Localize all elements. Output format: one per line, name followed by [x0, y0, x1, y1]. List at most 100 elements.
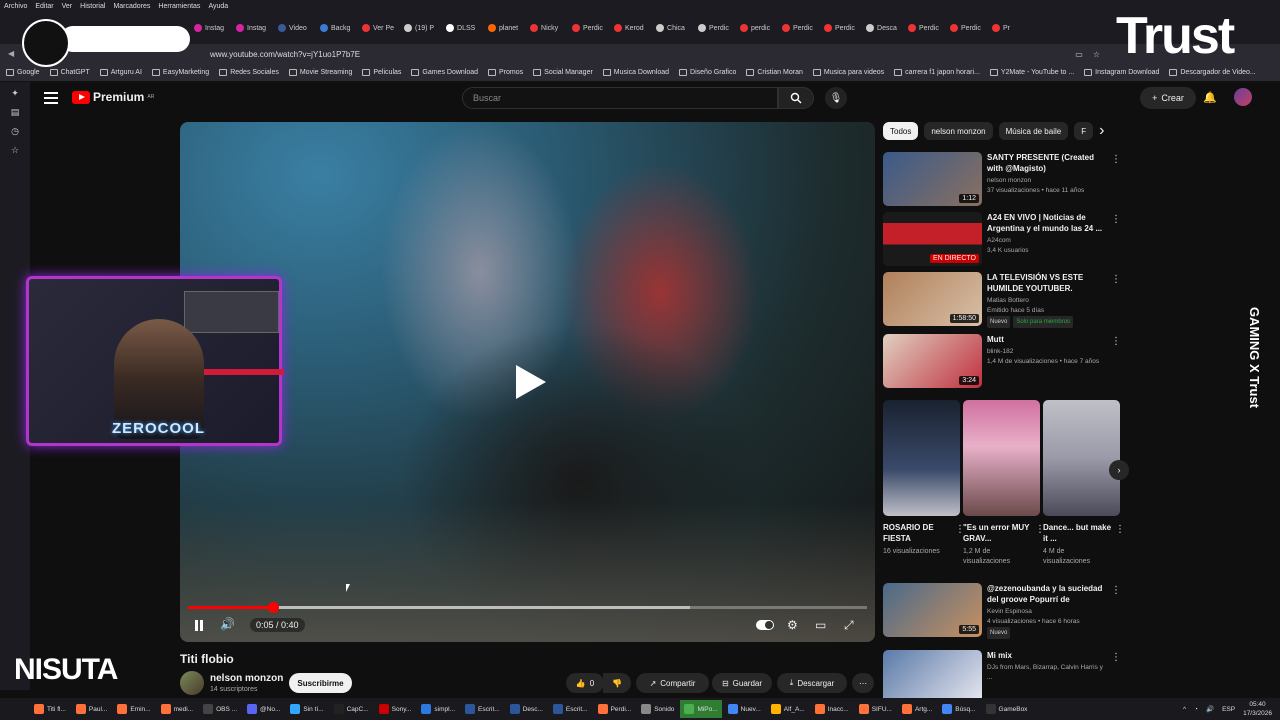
fullscreen-icon[interactable]: ⤢ — [844, 618, 854, 633]
bookmark-item[interactable]: Movie Streaming — [288, 69, 352, 76]
bookmark-item[interactable]: Games Download — [411, 69, 478, 76]
volume-tray-icon[interactable]: 🔊 — [1206, 705, 1214, 713]
search-button[interactable] — [778, 87, 814, 109]
volume-icon[interactable]: 🔊 — [220, 617, 235, 631]
bookmark-item[interactable]: Redes Sociales — [219, 69, 279, 76]
short-thumbnail[interactable] — [963, 400, 1040, 516]
url-bar[interactable]: ◀ ↻ ⛨ www.youtube.com/watch?v=jY1uo1P7b7… — [0, 44, 1280, 64]
url-text[interactable]: www.youtube.com/watch?v=jY1uo1P7b7E — [190, 50, 360, 59]
taskbar-app[interactable]: Inacc... — [811, 700, 853, 718]
channel-avatar[interactable] — [180, 671, 204, 695]
recommendation-channel[interactable]: A24com — [987, 236, 1107, 246]
recommendation-title[interactable]: Mutt — [987, 334, 1107, 345]
browser-tab[interactable]: (19) P — [400, 17, 440, 39]
bookmark-item[interactable]: EasyMarketing — [151, 69, 209, 76]
taskbar-app[interactable]: OBS ... — [199, 700, 241, 718]
chevron-right-icon[interactable]: › — [1099, 122, 1104, 140]
short-title[interactable]: ROSARIO DE FIESTA — [883, 522, 953, 544]
browser-tab[interactable]: DLSS — [442, 17, 482, 39]
short-title[interactable]: "Es un error MUY GRAV... — [963, 522, 1033, 544]
browser-tab[interactable]: Perdic — [946, 17, 986, 39]
short-title[interactable]: Dance... but make it ... — [1043, 522, 1113, 544]
short-thumbnail[interactable] — [883, 400, 960, 516]
recommendation-channel[interactable]: Kevin Espinosa — [987, 607, 1107, 617]
taskbar-app[interactable]: Perdi... — [594, 700, 636, 718]
big-play-icon[interactable] — [512, 365, 552, 405]
reader-icon[interactable]: ▭ — [1075, 50, 1083, 59]
taskbar-app[interactable]: SIFU... — [855, 700, 896, 718]
sidebar-tabs-icon[interactable]: ▤ — [11, 107, 20, 118]
menu-item[interactable]: Archivo — [4, 3, 27, 10]
taskbar-app[interactable]: Sin tí... — [286, 700, 327, 718]
sidebar-bookmarks-icon[interactable]: ☆ — [11, 145, 19, 156]
create-button[interactable]: + Crear — [1140, 87, 1196, 109]
share-button[interactable]: ↗ Compartir — [636, 673, 709, 693]
bookmark-item[interactable]: Promos — [488, 69, 523, 76]
menu-item[interactable]: Herramientas — [158, 3, 200, 10]
menu-item[interactable]: Ayuda — [208, 3, 228, 10]
bookmark-item[interactable]: Musica Download — [602, 69, 669, 76]
taskbar-app[interactable]: Emin... — [113, 700, 154, 718]
youtube-logo[interactable]: Premium AR — [72, 90, 154, 104]
bookmark-item[interactable]: Social Manager — [533, 69, 593, 76]
channel-name[interactable]: nelson monzon — [210, 673, 283, 684]
browser-tab[interactable]: Pr — [988, 17, 1028, 39]
browser-tab[interactable]: Nicky — [526, 17, 566, 39]
taskbar-app[interactable]: Artg... — [898, 700, 936, 718]
taskbar-app[interactable]: Nuev... — [724, 700, 765, 718]
more-options-icon[interactable]: ⋮ — [1111, 336, 1121, 347]
bookmark-item[interactable]: Artguru AI — [99, 69, 142, 76]
taskbar-app[interactable]: Búsq... — [938, 700, 979, 718]
recommendation-title[interactable]: SANTY PRESENTE (Created with @Magisto) — [987, 152, 1107, 174]
taskbar-app[interactable]: MiPo... — [680, 700, 722, 718]
sidebar-history-icon[interactable]: ◷ — [11, 126, 19, 137]
account-avatar[interactable] — [1234, 88, 1252, 106]
taskbar-app[interactable]: Alf_A... — [767, 700, 809, 718]
browser-tab[interactable]: perdic — [736, 17, 776, 39]
browser-tab[interactable]: Instag — [232, 17, 272, 39]
short-thumbnail[interactable] — [1043, 400, 1120, 516]
theater-mode-icon[interactable]: ▭ — [815, 618, 826, 632]
download-button[interactable]: ⤓ Descargar — [777, 673, 847, 693]
bookmark-item[interactable]: Peliculas — [362, 69, 401, 76]
notifications-bell-icon[interactable]: 🔔 — [1203, 91, 1217, 104]
bookmark-item[interactable]: Instagram Download — [1084, 69, 1159, 76]
more-options-icon[interactable]: ⋮ — [1111, 585, 1121, 596]
taskbar-app[interactable]: Desc... — [506, 700, 547, 718]
browser-tab[interactable]: Perdic — [904, 17, 944, 39]
recommendation-channel[interactable]: Matias Bottero — [987, 296, 1107, 306]
filter-chip[interactable]: F — [1074, 122, 1094, 140]
like-button[interactable]: 👍 0 — [566, 673, 604, 693]
language-indicator[interactable]: ESP — [1222, 706, 1235, 713]
more-options-icon[interactable]: ⋮ — [1111, 214, 1121, 225]
voice-search-button[interactable]: 🎙 — [825, 87, 847, 109]
taskbar-app[interactable]: simpl... — [417, 700, 459, 718]
menu-item[interactable]: Marcadores — [113, 3, 150, 10]
browser-tab[interactable]: Ver Pe — [358, 17, 398, 39]
bookmark-item[interactable]: Y2Mate - YouTube to ... — [989, 69, 1074, 76]
bookmark-item[interactable]: Musica para videos — [812, 69, 884, 76]
filter-chip[interactable]: nelson monzon — [924, 122, 993, 140]
bookmark-item[interactable]: ChatGPT — [49, 69, 90, 76]
taskbar-app[interactable]: CapC... — [330, 700, 373, 718]
clock[interactable]: 05:40 17/3/2026 — [1243, 700, 1272, 718]
video-thumbnail[interactable] — [883, 650, 982, 704]
progress-scrubber[interactable] — [267, 602, 279, 613]
filter-chip[interactable]: Música de baile — [998, 122, 1069, 140]
taskbar-app[interactable]: Escrit... — [549, 700, 592, 718]
video-thumbnail[interactable]: 3:24 — [883, 334, 982, 388]
browser-tab[interactable]: Video — [274, 17, 314, 39]
taskbar-app[interactable]: Escrit... — [461, 700, 504, 718]
bookmark-item[interactable]: carrera f1 japon horari... — [894, 69, 980, 76]
taskbar-app[interactable]: Sonido — [637, 700, 678, 718]
network-icon[interactable]: ◔ — [1194, 706, 1198, 713]
bookmark-item[interactable]: Google — [6, 69, 40, 76]
more-actions-button[interactable]: ⋯ — [852, 673, 874, 693]
recommendation-item[interactable]: 1:58:50 LA TELEVISIÓN VS ESTE HUMILDE YOU… — [883, 272, 1123, 328]
more-options-icon[interactable]: ⋮ — [1111, 652, 1121, 663]
recommendation-title[interactable]: Mi mix — [987, 650, 1107, 661]
shorts-next-icon[interactable]: › — [1109, 460, 1129, 480]
bookmark-item[interactable]: Cristian Moran — [746, 69, 803, 76]
subscribe-button[interactable]: Suscribirme — [289, 673, 352, 693]
menu-item[interactable]: Ver — [62, 3, 73, 10]
